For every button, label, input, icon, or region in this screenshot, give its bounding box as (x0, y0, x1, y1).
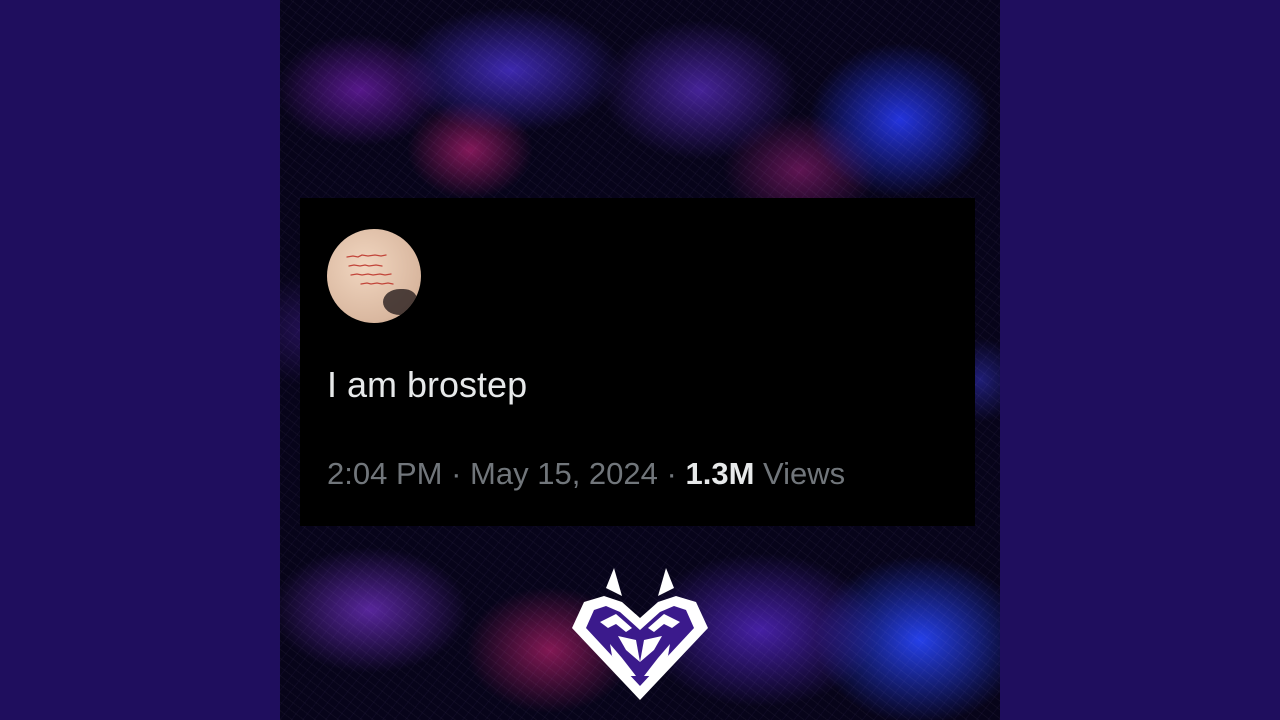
tweet-time: 2:04 PM (327, 456, 443, 491)
views-count: 1.3M (685, 456, 755, 491)
avatar (327, 229, 421, 323)
tweet-text: I am brostep (327, 364, 528, 405)
meta-separator: · (451, 456, 462, 491)
wolf-heart-logo-icon (572, 568, 708, 700)
tweet-card: I am brostep 2:04 PM · May 15, 2024 · 1.… (300, 198, 975, 526)
tweet-meta: 2:04 PM · May 15, 2024 · 1.3M Views (327, 456, 845, 492)
meta-separator: · (666, 456, 677, 491)
views-label: Views (763, 456, 846, 491)
tweet-date: May 15, 2024 (470, 456, 658, 491)
avatar-shadow (383, 289, 417, 315)
album-cover-stage: I am brostep 2:04 PM · May 15, 2024 · 1.… (0, 0, 1280, 720)
album-cover-artwork: I am brostep 2:04 PM · May 15, 2024 · 1.… (280, 0, 1000, 720)
